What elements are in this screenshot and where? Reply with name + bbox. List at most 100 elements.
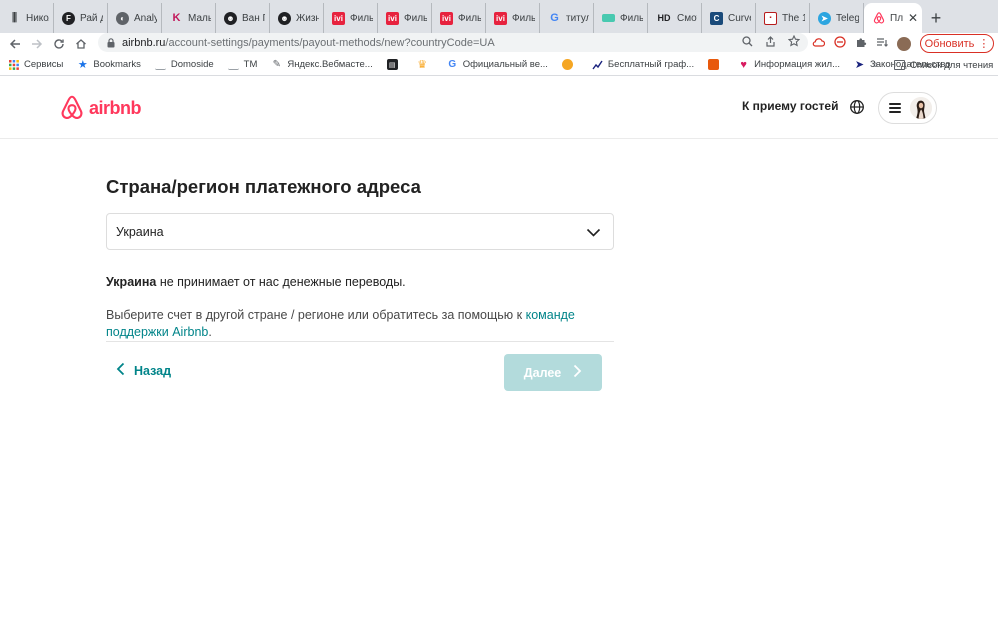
bookmark-star-icon[interactable] <box>787 34 801 50</box>
bookmark-item[interactable]: Domoside <box>154 59 214 70</box>
crown-icon: ♛ <box>417 59 428 71</box>
tab-title: Curve <box>728 12 751 24</box>
c-icon: C <box>710 11 723 25</box>
url-path: /account-settings/payments/payout-method… <box>165 36 495 49</box>
browser-tab[interactable]: ◐ Analyt <box>108 3 162 33</box>
arrow-bookmark-icon: ➤ <box>854 59 865 71</box>
browser-tab-active[interactable]: Пл ✕ <box>864 3 922 33</box>
bookmark-item[interactable]: ▤ <box>386 59 403 70</box>
divider <box>106 341 614 342</box>
browser-tab[interactable]: C Curve <box>702 3 756 33</box>
browser-tab[interactable]: HD Смотр <box>648 3 702 33</box>
close-tab-icon[interactable]: ✕ <box>908 11 918 25</box>
user-menu-button[interactable] <box>878 92 937 124</box>
zoom-icon[interactable] <box>742 35 753 50</box>
film-clapper-icon: ▤ <box>386 59 398 70</box>
browser-tab[interactable]: ☻ Ван Гс <box>216 3 270 33</box>
bookmark-item[interactable]: G Официальный ве... <box>447 59 548 70</box>
bookmark-item[interactable]: TM <box>227 59 258 70</box>
update-browser-button[interactable]: Обновить ⋮ <box>920 34 994 53</box>
help-text-body: Выберите счет в другой стране / регионе … <box>106 308 526 322</box>
logo-text: airbnb <box>89 97 142 118</box>
ivi-icon: ivi <box>386 11 399 25</box>
back-arrow-icon[interactable] <box>4 33 26 54</box>
share-icon[interactable] <box>765 35 776 50</box>
back-label: Назад <box>134 363 172 378</box>
adblock-extension-icon[interactable] <box>834 36 846 51</box>
transfer-notice: Украина не принимает от нас денежные пер… <box>106 275 406 289</box>
bookmark-item[interactable]: ✎ Яндекс.Вебмасте... <box>271 59 373 70</box>
airbnb-logo[interactable]: airbnb <box>60 95 142 121</box>
address-bar[interactable]: airbnb.ru/account-settings/payments/payo… <box>98 33 808 52</box>
profile-avatar[interactable] <box>897 36 911 51</box>
browser-tab[interactable]: ivi Фильм <box>324 3 378 33</box>
update-label: Обновить <box>924 37 975 50</box>
bookmark-item[interactable]: ♛ <box>417 59 433 71</box>
user-avatar <box>910 97 932 119</box>
next-button[interactable]: Далее <box>504 354 602 391</box>
bookmark-item[interactable]: ★ Bookmarks <box>77 59 141 71</box>
browser-tab[interactable]: Филь <box>594 3 648 33</box>
browser-tab[interactable]: ⫼ Никол <box>0 3 54 33</box>
tab-title: Никол <box>26 12 49 24</box>
google-icon: G <box>448 59 457 70</box>
blank-page-icon <box>227 59 239 70</box>
airbnb-icon <box>872 12 885 25</box>
orange-square-icon <box>708 59 720 70</box>
cloud-extension-icon[interactable] <box>812 37 826 50</box>
next-label: Далее <box>523 365 562 380</box>
url-host: airbnb.ru <box>122 36 166 49</box>
back-button[interactable]: Назад <box>116 362 171 379</box>
browser-tab[interactable]: ☻ Жизне <box>270 3 324 33</box>
bookmarks-bar: Сервисы ★ Bookmarks Domoside TM ✎ Яндекс.В… <box>0 54 998 76</box>
browser-tab[interactable]: F Рай д <box>54 3 108 33</box>
forward-arrow-icon[interactable] <box>26 33 48 54</box>
chevron-left-icon <box>116 362 125 379</box>
browser-tab[interactable]: ivi Фильм <box>486 3 540 33</box>
browser-tab[interactable]: Gтитул <box>540 3 594 33</box>
browser-tab[interactable]: K Малы <box>162 3 216 33</box>
extensions-area <box>812 33 911 54</box>
star-icon: ★ <box>77 59 88 71</box>
home-icon[interactable] <box>70 33 92 54</box>
media-queue-icon[interactable] <box>876 37 888 51</box>
red-heart-icon: ♥ <box>740 58 747 71</box>
airbnb-logo-icon <box>61 95 83 120</box>
browser-tab-strip: ⫼ Никол F Рай д ◐ Analyt K Малы ☻ Ван Гс ☻ Жиз… <box>0 0 998 33</box>
browser-tab[interactable]: ivi Фильм <box>378 3 432 33</box>
browser-tab[interactable]: ➤ Telegr <box>810 3 864 33</box>
reload-icon[interactable] <box>48 33 70 54</box>
browser-tab[interactable]: ▪ The 10 <box>756 3 810 33</box>
browser-tab[interactable]: ivi Фильм <box>432 3 486 33</box>
tv-icon: ▪ <box>764 11 777 25</box>
country-select[interactable]: Украина <box>106 213 614 250</box>
bookmark-label: TM <box>243 59 258 70</box>
become-host-link[interactable]: К приему гостей <box>742 99 838 113</box>
new-tab-button[interactable]: + <box>922 3 950 33</box>
chart-icon <box>592 59 603 70</box>
bookmark-item[interactable]: ♥ Информация жил... <box>738 58 840 71</box>
bookmark-item[interactable]: Бесплатный граф... <box>592 59 694 70</box>
telegram-icon: ➤ <box>818 11 831 25</box>
film-icon <box>602 14 615 22</box>
bookmark-item[interactable] <box>708 59 724 70</box>
bookmark-item[interactable] <box>561 59 578 70</box>
bee-icon <box>561 59 573 70</box>
chevron-down-icon <box>586 225 601 240</box>
puzzle-extensions-icon[interactable] <box>855 36 867 51</box>
browser-toolbar: airbnb.ru/account-settings/payments/payo… <box>0 33 998 54</box>
bars-icon: ⫼ <box>11 11 18 24</box>
globe-language-icon[interactable] <box>849 99 865 115</box>
help-text: Выберите счет в другой стране / регионе … <box>106 307 596 341</box>
blank-page-icon <box>154 59 166 70</box>
k-icon: K <box>172 12 181 24</box>
help-text-end: . <box>208 325 212 339</box>
bookmark-label: Domoside <box>170 59 214 70</box>
tab-title: Смотр <box>677 12 697 24</box>
bookmarks-more-button[interactable]: » <box>872 54 878 76</box>
hamburger-menu-icon <box>889 103 901 113</box>
reading-list-button[interactable]: Список для чтения <box>894 54 993 76</box>
tab-title: Фильм <box>458 12 481 24</box>
bookmark-item[interactable]: Сервисы <box>8 59 63 70</box>
google-icon: G <box>550 12 559 24</box>
